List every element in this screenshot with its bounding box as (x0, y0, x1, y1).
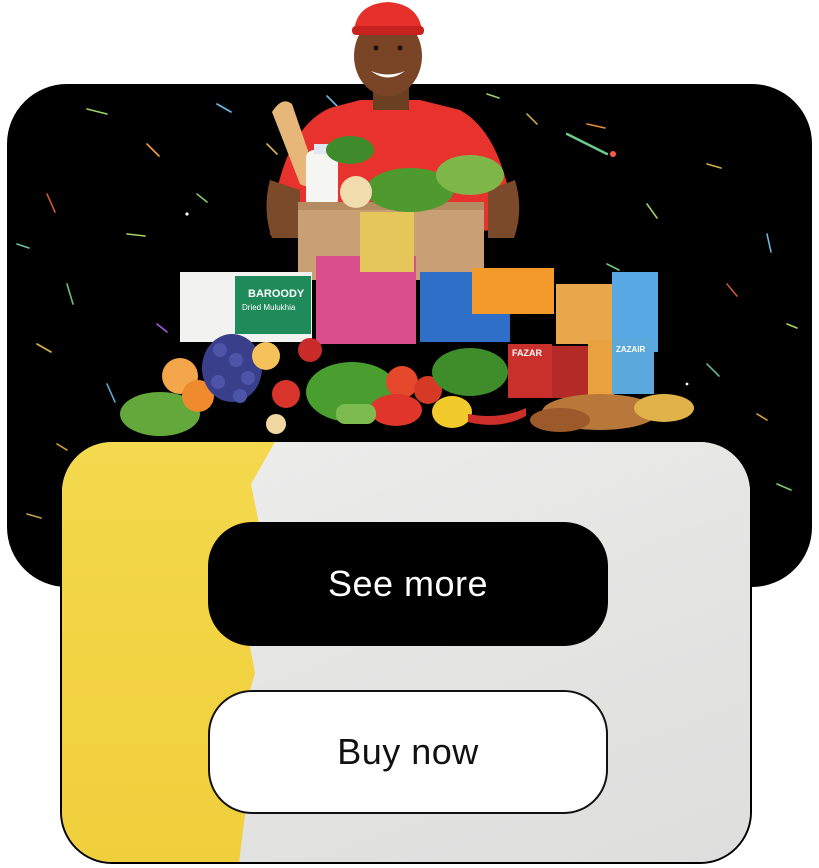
buy-now-button[interactable]: Buy now (208, 690, 608, 814)
see-more-button[interactable]: See more (208, 522, 608, 646)
action-card: See more Buy now (60, 440, 752, 864)
page: BAROODY Dried Mulukhia FAZAR ZAZAIR See … (0, 0, 819, 868)
